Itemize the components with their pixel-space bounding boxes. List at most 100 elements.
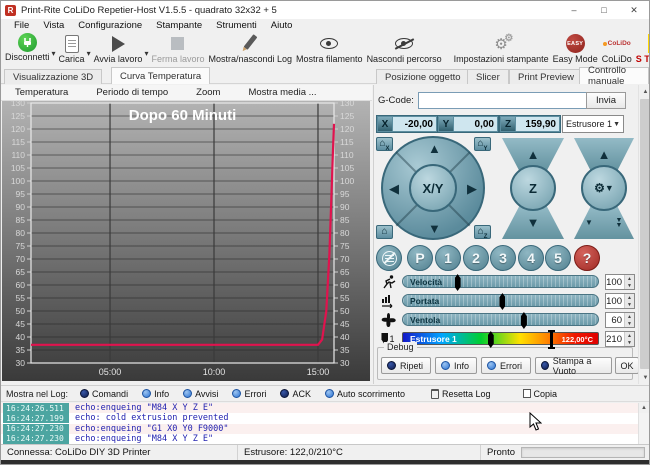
menu-stampante[interactable]: Stampante: [149, 20, 209, 31]
easy-mode-icon: EASY: [566, 34, 585, 53]
z-pad-center[interactable]: Z: [510, 165, 556, 211]
motors-off-button[interactable]: [376, 245, 402, 271]
debug-ripeti-toggle[interactable]: Ripeti: [381, 357, 431, 374]
extruder-temp-track[interactable]: Estrusore 1 122,00°C: [402, 332, 599, 345]
svg-text:55: 55: [16, 293, 26, 303]
menu-aiuto[interactable]: Aiuto: [264, 20, 300, 31]
log-toggle-autoscroll[interactable]: Auto scorrimento: [319, 389, 411, 399]
scroll-up-arrow[interactable]: ▲: [639, 85, 650, 98]
chart-menu-periodo[interactable]: Periodo di tempo: [82, 87, 182, 98]
menu-vista[interactable]: Vista: [36, 20, 71, 31]
show-filament-button[interactable]: Mostra filamento: [294, 33, 365, 64]
retract-single-button[interactable]: ▼: [574, 206, 604, 239]
tab-slicer[interactable]: Slicer: [467, 69, 509, 84]
disconnect-dropdown-caret[interactable]: ▾: [52, 49, 56, 58]
flow-slider-track[interactable]: Portata: [402, 294, 599, 307]
tab-print-preview[interactable]: Print Preview: [509, 69, 583, 84]
preset-3-button[interactable]: 3: [490, 245, 516, 271]
extruder-jog-control: ▲ ▼ ▼▼ ⚙▼: [574, 138, 634, 239]
tab-posizione-oggetto[interactable]: Posizione oggetto: [376, 69, 470, 84]
debug-errori-toggle[interactable]: Errori: [481, 357, 531, 374]
spinner-arrows[interactable]: ▲▼: [624, 294, 634, 308]
xy-jog-pad[interactable]: ▲ ▼ ◀ ▶ X/Y: [381, 136, 485, 240]
log-toggle-errori[interactable]: Errori: [226, 389, 272, 399]
target-temp-marker[interactable]: [550, 330, 553, 349]
start-job-dropdown-caret[interactable]: ▾: [144, 49, 148, 58]
debug-ok-button[interactable]: OK: [615, 357, 639, 374]
jog-y-plus-arrow[interactable]: ▲: [428, 141, 441, 156]
start-job-button[interactable]: Avvia lavoro: [92, 33, 145, 64]
log-toggle-info[interactable]: Info: [136, 389, 175, 399]
home-z-button[interactable]: ⌂Z: [474, 225, 491, 239]
toggle-log-button[interactable]: Mostra/nascondi Log: [206, 33, 294, 64]
spinner-arrows[interactable]: ▲▼: [624, 313, 634, 327]
jog-x-plus-arrow[interactable]: ▶: [467, 181, 477, 197]
preset-2-button[interactable]: 2: [463, 245, 489, 271]
tab-strip: Visualizzazione 3D Curva Temperatura Pos…: [1, 67, 649, 84]
quick-buttons-row: P 1 2 3 4 5 ?: [374, 245, 639, 273]
extruder-temp-spinner[interactable]: 210 ▲▼: [605, 331, 635, 347]
tab-controllo-manuale[interactable]: Controllo manuale: [579, 67, 649, 84]
reset-log-button[interactable]: Resetta Log: [423, 389, 499, 399]
home-x-button[interactable]: ⌂X: [376, 137, 393, 151]
disconnect-button[interactable]: Disconnetti: [3, 33, 52, 62]
debug-info-toggle[interactable]: Info: [435, 357, 477, 374]
mouse-cursor: [529, 412, 542, 431]
menu-configurazione[interactable]: Configurazione: [71, 20, 149, 31]
log-toggle-avvisi[interactable]: Avvisi: [177, 389, 224, 399]
trash-icon: [431, 389, 439, 399]
extruder-select[interactable]: Estrusore 1 ▼: [562, 115, 624, 133]
send-gcode-button[interactable]: Invia: [586, 92, 626, 109]
menu-file[interactable]: File: [7, 20, 36, 31]
log-toggle-ack[interactable]: ACK: [274, 389, 317, 399]
scroll-up-arrow[interactable]: ▲: [639, 403, 649, 413]
hide-travel-button[interactable]: Nascondi percorso: [365, 33, 444, 64]
chart-menu-temperatura[interactable]: Temperatura: [1, 87, 82, 98]
panel-scrollbar[interactable]: ▲ ▼: [638, 85, 650, 384]
help-button[interactable]: ?: [574, 245, 600, 271]
extruder-pad-center[interactable]: ⚙▼: [581, 165, 627, 211]
extruder-temp-thumb[interactable]: [488, 331, 494, 348]
maximize-button[interactable]: □: [589, 1, 619, 19]
tab-visualizzazione-3d[interactable]: Visualizzazione 3D: [4, 69, 102, 84]
preset-4-button[interactable]: 4: [518, 245, 544, 271]
park-button[interactable]: P: [407, 245, 433, 271]
spinner-arrows[interactable]: ▲▼: [624, 275, 634, 289]
home-y-button[interactable]: ⌂Y: [474, 137, 491, 151]
copy-log-button[interactable]: Copia: [515, 389, 566, 399]
preset-1-button[interactable]: 1: [435, 245, 461, 271]
xy-pad-center[interactable]: X/Y: [409, 164, 457, 212]
close-button[interactable]: ✕: [619, 1, 649, 19]
fan-slider-track[interactable]: Ventola: [402, 313, 599, 326]
load-button[interactable]: Carica: [57, 33, 87, 64]
jog-x-minus-arrow[interactable]: ◀: [389, 181, 399, 197]
chart-menu-zoom[interactable]: Zoom: [182, 87, 234, 98]
jog-y-minus-arrow[interactable]: ▼: [428, 221, 441, 236]
retract-double-button[interactable]: ▼▼: [604, 206, 634, 239]
colido-button[interactable]: CoLiDo CoLiDo: [600, 33, 634, 64]
extruder-status: Estrusore: 122,0/210°C: [238, 445, 481, 460]
load-dropdown-caret[interactable]: ▾: [87, 49, 91, 58]
fan-value-spinner[interactable]: 60 ▲▼: [605, 312, 635, 328]
speed-slider-track[interactable]: Velocità: [402, 275, 599, 288]
tab-curva-temperatura[interactable]: Curva Temperatura: [111, 67, 210, 84]
menu-strumenti[interactable]: Strumenti: [209, 20, 264, 31]
scrollbar-thumb[interactable]: [640, 99, 650, 369]
flow-value-spinner[interactable]: 100 ▲▼: [605, 293, 635, 309]
log-toggle-comandi[interactable]: Comandi: [74, 389, 134, 399]
minimize-button[interactable]: –: [559, 1, 589, 19]
x-position-box: X -20,00: [376, 115, 438, 133]
home-all-button[interactable]: ⌂: [376, 225, 393, 239]
svg-text:85: 85: [16, 215, 26, 225]
easy-mode-button[interactable]: EASY Easy Mode: [551, 33, 600, 64]
chart-menu-mostra-media[interactable]: Mostra media ...: [234, 87, 330, 98]
speed-value-spinner[interactable]: 100 ▲▼: [605, 274, 635, 290]
spinner-arrows[interactable]: ▲▼: [624, 332, 634, 346]
printer-settings-button[interactable]: ⚙⚙ Impostazioni stampante: [452, 33, 551, 64]
debug-dry-run-toggle[interactable]: Stampa a Vuoto: [535, 357, 612, 374]
gcode-input[interactable]: [418, 92, 590, 109]
emergency-stop-button[interactable]: S T O P !!!: [634, 33, 650, 64]
preset-5-button[interactable]: 5: [545, 245, 571, 271]
log-scrollbar[interactable]: ▲: [638, 403, 649, 444]
scroll-down-arrow[interactable]: ▼: [639, 371, 650, 384]
